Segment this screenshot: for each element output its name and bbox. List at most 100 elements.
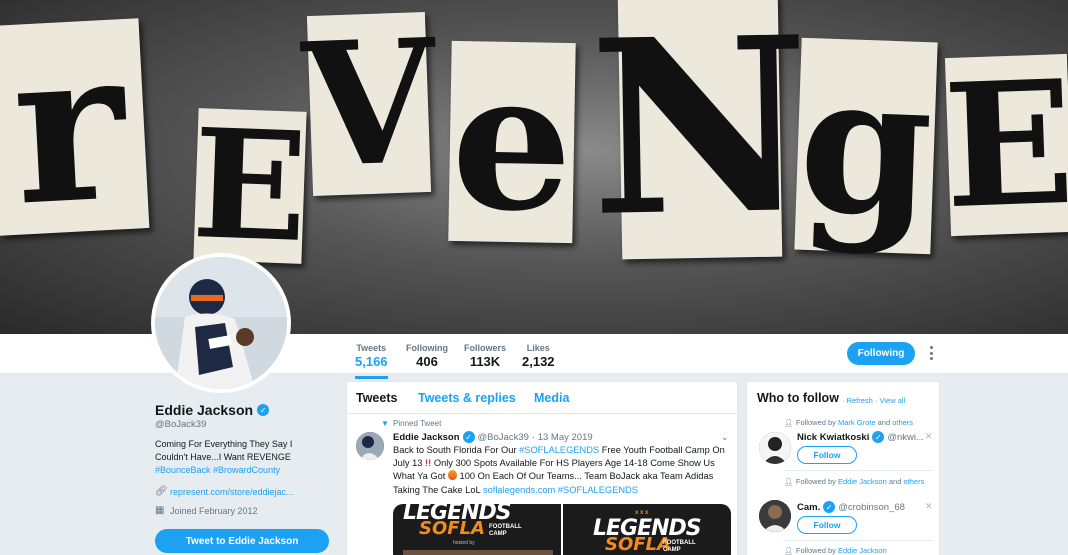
banner-letter-v: V bbox=[299, 1, 439, 207]
who-to-follow-links: · Refresh · View all bbox=[842, 396, 905, 405]
profile-link-row: 🔗︎ represent.com/store/eddiejac... bbox=[155, 486, 294, 498]
tweet-header: Eddie Jackson ✓ @BoJack39 · 13 May 2019 bbox=[393, 431, 593, 443]
bio-text: Coming For Everything They Say I Couldn'… bbox=[155, 439, 293, 462]
tab-media[interactable]: Media bbox=[534, 391, 569, 405]
divider bbox=[783, 470, 933, 471]
banner-letter-e3: E bbox=[941, 43, 1068, 247]
context-user-link[interactable]: Mark Grote bbox=[838, 418, 876, 427]
timeline-tabs: Tweets Tweets & replies Media bbox=[347, 382, 737, 414]
stat-label: Following bbox=[406, 343, 448, 353]
banner-letter-n: N bbox=[588, 0, 812, 270]
context-text: Followed by bbox=[795, 477, 838, 486]
profile-name: Eddie Jackson ✓ bbox=[155, 402, 270, 418]
tweet-date[interactable]: · 13 May 2019 bbox=[532, 432, 593, 443]
banner-letter-e1: E bbox=[189, 96, 311, 276]
media-camp-text: FOOTBALL CAMP bbox=[489, 524, 522, 537]
context-text: and bbox=[886, 477, 904, 486]
context-user-link[interactable]: Eddie Jackson bbox=[838, 477, 887, 486]
suggestion-name[interactable]: Nick Kwiatkoski bbox=[797, 432, 869, 443]
context-others-link[interactable]: others bbox=[892, 418, 913, 427]
tweet-hashtag[interactable]: #SOFLALEGENDS bbox=[558, 485, 638, 495]
chevron-down-icon[interactable]: ⌄ bbox=[721, 432, 729, 443]
banner-letter-g: g bbox=[794, 31, 938, 260]
context-text: Followed by bbox=[795, 418, 838, 427]
media-camp-text: FOOTBALL CAMP bbox=[663, 540, 696, 553]
tab-tweets-replies[interactable]: Tweets & replies bbox=[418, 391, 516, 405]
person-icon: 👤︎ bbox=[784, 548, 793, 555]
calendar-icon: ▦ bbox=[155, 505, 165, 516]
stat-value: 5,166 bbox=[355, 354, 388, 369]
media-sofla-text: SOFLA bbox=[605, 534, 671, 555]
joined-text: Joined February 2012 bbox=[170, 506, 258, 516]
timeline: Tweets Tweets & replies Media ▼ Pinned T… bbox=[346, 381, 738, 555]
tweet-media[interactable]: LEGENDS SOFLA FOOTBALL CAMP hosted by x … bbox=[393, 504, 731, 555]
stat-following[interactable]: Following 406 bbox=[406, 343, 448, 369]
banner-letter-r: r bbox=[0, 0, 150, 253]
pin-icon: ▼ bbox=[381, 418, 389, 428]
avatar-photo bbox=[155, 257, 287, 389]
stat-tweets[interactable]: Tweets 5,166 bbox=[355, 343, 388, 379]
person-icon: 👤︎ bbox=[784, 479, 793, 486]
who-to-follow-panel: Who to follow · Refresh · View all 👤︎ Fol… bbox=[746, 381, 940, 555]
banner-letter-e2: e bbox=[448, 28, 576, 255]
pinned-label: ▼ Pinned Tweet bbox=[381, 419, 441, 428]
refresh-link[interactable]: Refresh bbox=[847, 396, 873, 405]
dismiss-icon[interactable]: ✕ bbox=[925, 501, 933, 512]
following-button[interactable]: Following bbox=[847, 342, 915, 365]
link-icon: 🔗︎ bbox=[155, 486, 168, 497]
separator: · bbox=[842, 396, 845, 405]
tweet-handle[interactable]: @BoJack39 bbox=[478, 432, 529, 443]
verified-badge-icon: ✓ bbox=[257, 404, 270, 416]
stat-likes[interactable]: Likes 2,132 bbox=[522, 343, 555, 369]
stat-value: 2,132 bbox=[522, 354, 555, 369]
tweet-avatar[interactable] bbox=[356, 432, 384, 460]
tweet-author[interactable]: Eddie Jackson bbox=[393, 432, 460, 443]
verified-badge-icon: ✓ bbox=[462, 431, 475, 443]
verified-badge-icon: ✓ bbox=[823, 501, 836, 513]
more-options-icon[interactable] bbox=[928, 346, 934, 360]
suggestion-avatar[interactable] bbox=[759, 500, 791, 532]
profile-avatar[interactable] bbox=[151, 253, 291, 393]
tweet-text: Back to South Florida For Our #SOFLALEGE… bbox=[393, 444, 733, 497]
suggestion-name-row: Cam. ✓ @crobinson_68 bbox=[797, 501, 905, 513]
suggestion-context: 👤︎ Followed by Mark Grote and others bbox=[784, 418, 913, 429]
suggestion-handle[interactable]: @nkwi... bbox=[887, 432, 924, 443]
profile-name-text: Eddie Jackson bbox=[155, 402, 254, 418]
dismiss-icon[interactable]: ✕ bbox=[925, 431, 933, 442]
context-user-link[interactable]: Eddie Jackson bbox=[838, 546, 887, 555]
context-others-link[interactable]: others bbox=[903, 477, 924, 486]
tweet-to-button[interactable]: Tweet to Eddie Jackson bbox=[155, 529, 329, 553]
stat-label: Likes bbox=[526, 343, 550, 353]
who-to-follow-title: Who to follow bbox=[757, 391, 839, 405]
stat-value: 113K bbox=[469, 354, 501, 369]
suggestion-context: 👤︎ Followed by Eddie Jackson bbox=[784, 546, 887, 555]
tweet-hashtag[interactable]: #SOFLALEGENDS bbox=[519, 445, 599, 455]
follow-button[interactable]: Follow bbox=[797, 516, 857, 534]
follow-button[interactable]: Follow bbox=[797, 446, 857, 464]
media-hosted-text: hosted by bbox=[453, 540, 475, 546]
media-image-right[interactable]: x x x LEGENDS SOFLA FOOTBALL CAMP bbox=[563, 504, 731, 555]
suggestion-avatar[interactable] bbox=[759, 432, 791, 464]
context-text: and bbox=[875, 418, 893, 427]
divider bbox=[783, 540, 933, 541]
media-image-left[interactable]: LEGENDS SOFLA FOOTBALL CAMP hosted by bbox=[393, 504, 561, 555]
stat-label: Tweets bbox=[356, 343, 387, 353]
suggestion-name[interactable]: Cam. bbox=[797, 502, 820, 513]
profile-joined-row: ▦ Joined February 2012 bbox=[155, 505, 258, 517]
profile-handle: @BoJack39 bbox=[155, 419, 207, 430]
pinned-text: Pinned Tweet bbox=[393, 419, 442, 428]
separator: · bbox=[874, 396, 878, 405]
stat-followers[interactable]: Followers 113K bbox=[464, 343, 506, 369]
tweet-link[interactable]: soflalegends.com bbox=[483, 485, 555, 495]
header-banner: r E V e N g E bbox=[0, 0, 1068, 334]
profile-link[interactable]: represent.com/store/eddiejac... bbox=[170, 487, 294, 497]
person-icon: 👤︎ bbox=[784, 420, 793, 427]
suggestion-context: 👤︎ Followed by Eddie Jackson and others bbox=[784, 477, 934, 488]
bio-hashtags[interactable]: #BounceBack #BrowardCounty bbox=[155, 465, 280, 475]
tweet-text-part: Back to South Florida For Our bbox=[393, 445, 520, 455]
view-all-link[interactable]: View all bbox=[880, 396, 906, 405]
tab-tweets[interactable]: Tweets bbox=[356, 391, 397, 405]
stat-label: Followers bbox=[464, 343, 507, 353]
stat-value: 406 bbox=[416, 354, 438, 369]
suggestion-handle[interactable]: @crobinson_68 bbox=[838, 502, 905, 513]
